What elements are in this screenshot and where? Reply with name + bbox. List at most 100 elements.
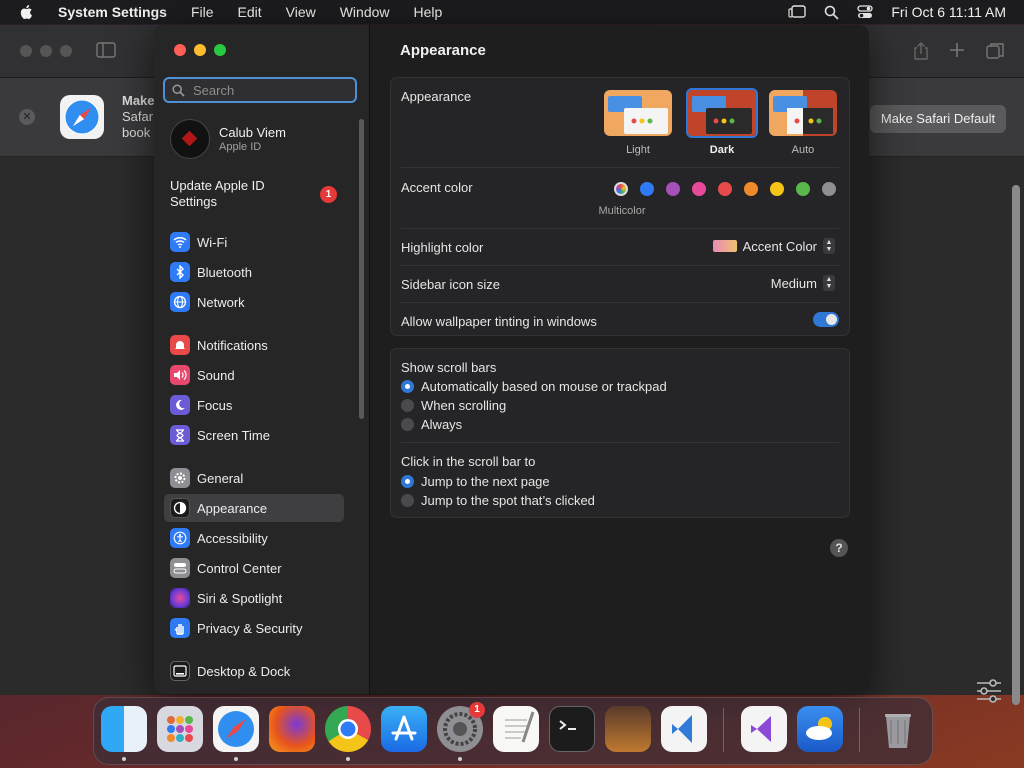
- radio-button[interactable]: [401, 399, 414, 412]
- sidebar-scrollbar[interactable]: [359, 119, 364, 419]
- accent-color-label: Accent color: [401, 180, 473, 195]
- sidebar-icon-size-popup[interactable]: Medium ▲ ▼: [771, 275, 835, 291]
- jump-to-spot-option[interactable]: Jump to the spot that’s clicked: [401, 493, 595, 508]
- wallpaper-tinting-toggle[interactable]: [813, 312, 839, 327]
- sidebar-item-accessibility[interactable]: Accessibility: [164, 524, 344, 552]
- minimize-window-button[interactable]: [194, 44, 206, 56]
- weather-icon[interactable]: [797, 706, 843, 752]
- sidebar-item-label: Screen Time: [197, 427, 270, 443]
- help-button[interactable]: ?: [830, 539, 848, 557]
- file-menu[interactable]: File: [191, 4, 214, 20]
- accent-purple-swatch[interactable]: [666, 182, 680, 196]
- click-scroll-bar-label: Click in the scroll bar to: [401, 454, 536, 469]
- visual-studio-icon[interactable]: [741, 706, 787, 752]
- toggles-icon: [170, 558, 190, 578]
- sidebar-item-desktop-dock[interactable]: Desktop & Dock: [164, 657, 344, 685]
- sidebar-item-focus[interactable]: Focus: [164, 391, 344, 419]
- menu-bar: System Settings File Edit View Window He…: [0, 0, 1024, 24]
- accent-blue-swatch[interactable]: [640, 182, 654, 196]
- radio-button[interactable]: [401, 475, 414, 488]
- sidebar-item-sound[interactable]: Sound: [164, 361, 344, 389]
- zoom-window-button[interactable]: [214, 44, 226, 56]
- update-badge: 1: [320, 186, 337, 203]
- highlight-color-label: Highlight color: [401, 240, 484, 255]
- accent-multicolor-swatch[interactable]: [614, 182, 628, 196]
- apple-id-account[interactable]: Calub Viem Apple ID: [170, 119, 286, 159]
- radio-button[interactable]: [401, 418, 414, 431]
- dark-theme-label: Dark: [709, 144, 735, 156]
- app-store-icon[interactable]: [381, 706, 427, 752]
- stage-manager-icon[interactable]: [788, 4, 807, 20]
- update-apple-id-item[interactable]: Update Apple ID Settings: [170, 178, 290, 210]
- accent-pink-swatch[interactable]: [692, 182, 706, 196]
- system-settings-window: Calub Viem Apple ID Update Apple ID Sett…: [154, 25, 869, 694]
- sidebar-item-label: Network: [197, 294, 245, 310]
- window-menu[interactable]: Window: [340, 4, 390, 20]
- radio-button[interactable]: [401, 380, 414, 393]
- sidebar-item-notifications[interactable]: Notifications: [164, 331, 344, 359]
- dark-theme-thumbnail[interactable]: [686, 88, 758, 138]
- highlight-color-popup[interactable]: Accent Color ▲ ▼: [712, 238, 835, 254]
- multicolor-label: Multicolor: [598, 205, 646, 217]
- light-theme-thumbnail[interactable]: [604, 90, 672, 136]
- apple-icon[interactable]: [18, 3, 36, 21]
- textedit-icon[interactable]: [493, 706, 539, 752]
- spotlight-icon[interactable]: [824, 5, 839, 20]
- scroll-bars-always-option[interactable]: Always: [401, 417, 462, 432]
- close-window-button[interactable]: [174, 44, 186, 56]
- help-menu[interactable]: Help: [414, 4, 443, 20]
- sidebar-item-bluetooth[interactable]: Bluetooth: [164, 258, 344, 286]
- accent-orange-swatch[interactable]: [744, 182, 758, 196]
- search-icon: [172, 83, 185, 97]
- bluetooth-icon: [170, 262, 190, 282]
- app-menu[interactable]: System Settings: [58, 4, 167, 20]
- tab-overview-icon[interactable]: [985, 41, 1005, 61]
- divider: [401, 442, 839, 443]
- garageband-icon[interactable]: [605, 706, 651, 752]
- safari-icon[interactable]: [213, 706, 259, 752]
- sidebar-icon-size-label: Sidebar icon size: [401, 277, 500, 292]
- make-safari-default-button[interactable]: Make Safari Default: [870, 105, 1006, 133]
- safari-scrollbar[interactable]: [1012, 185, 1020, 705]
- sidebar-item-screen-time[interactable]: Screen Time: [164, 421, 344, 449]
- radio-button[interactable]: [401, 494, 414, 507]
- finder-icon[interactable]: [101, 706, 147, 752]
- vscode-icon[interactable]: [661, 706, 707, 752]
- accent-green-swatch[interactable]: [796, 182, 810, 196]
- accent-yellow-swatch[interactable]: [770, 182, 784, 196]
- trash-icon[interactable]: [875, 706, 921, 752]
- view-menu[interactable]: View: [286, 4, 316, 20]
- sidebar-item-control-center[interactable]: Control Center: [164, 554, 344, 582]
- sidebar-item-network[interactable]: Network: [164, 288, 344, 316]
- search-input[interactable]: [191, 81, 345, 99]
- new-tab-icon[interactable]: [948, 41, 966, 59]
- scroll-bars-automatic-option[interactable]: Automatically based on mouse or trackpad: [401, 379, 667, 394]
- accent-red-swatch[interactable]: [718, 182, 732, 196]
- menu-clock[interactable]: Fri Oct 6 11:11 AM: [891, 4, 1006, 20]
- jump-next-page-option[interactable]: Jump to the next page: [401, 474, 550, 489]
- sidebar-item-label: Notifications: [197, 337, 268, 353]
- launchpad-icon[interactable]: [157, 706, 203, 752]
- sidebar-item-privacy-security[interactable]: Privacy & Security: [164, 614, 344, 642]
- accent-graphite-swatch[interactable]: [822, 182, 836, 196]
- running-indicator: [346, 757, 350, 761]
- share-icon[interactable]: [912, 41, 930, 61]
- edit-menu[interactable]: Edit: [238, 4, 262, 20]
- banner-close-icon[interactable]: ✕: [19, 109, 35, 125]
- terminal-icon[interactable]: [549, 706, 595, 752]
- firefox-icon[interactable]: [269, 706, 315, 752]
- sidebar-item-wifi[interactable]: Wi-Fi: [164, 228, 344, 256]
- sidebar-item-appearance[interactable]: Appearance: [164, 494, 344, 522]
- control-center-icon[interactable]: [857, 5, 874, 19]
- sidebar-item-siri-spotlight[interactable]: Siri & Spotlight: [164, 584, 344, 612]
- account-subtitle: Apple ID: [219, 141, 262, 153]
- sliders-icon[interactable]: [976, 679, 1002, 703]
- sidebar-item-general[interactable]: General: [164, 464, 344, 492]
- scroll-bars-when-scrolling-option[interactable]: When scrolling: [401, 398, 506, 413]
- search-field[interactable]: [163, 77, 357, 103]
- avatar: [170, 119, 210, 159]
- sidebar-toggle-icon[interactable]: [96, 41, 118, 59]
- auto-theme-thumbnail[interactable]: [769, 90, 837, 136]
- chrome-icon[interactable]: [325, 706, 371, 752]
- settings-sidebar: Calub Viem Apple ID Update Apple ID Sett…: [154, 25, 370, 694]
